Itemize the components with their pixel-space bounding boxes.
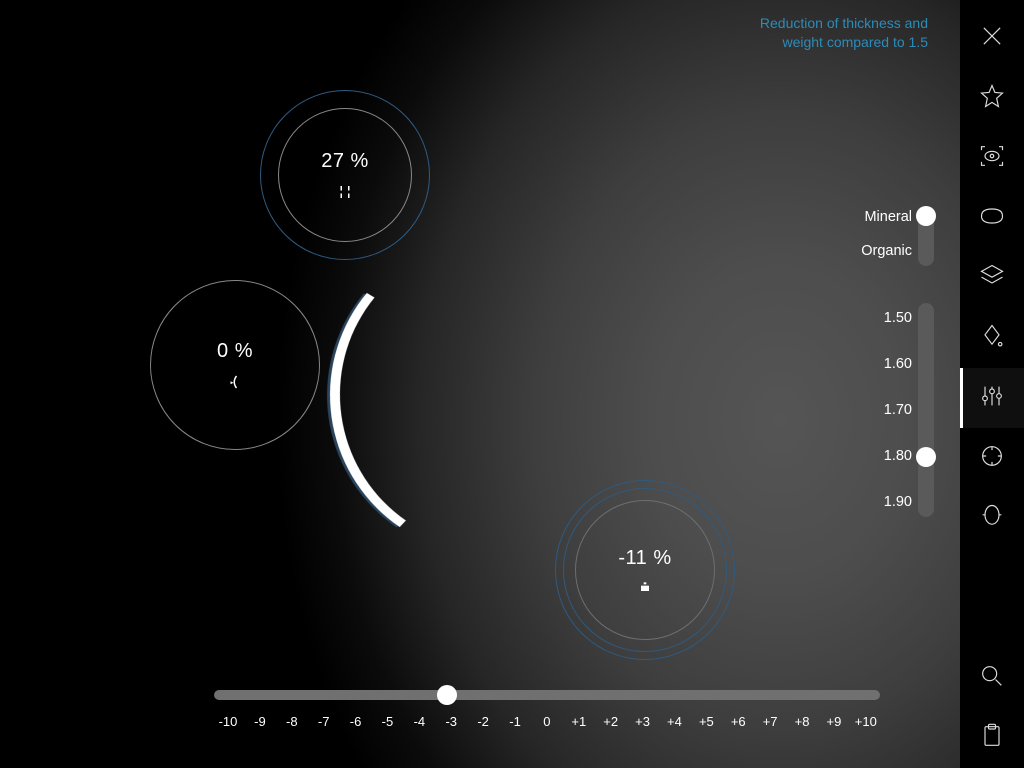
index-slider[interactable]: 1.501.601.701.801.90 bbox=[784, 295, 934, 525]
index-option-160[interactable]: 1.60 bbox=[784, 341, 934, 387]
index-option-150[interactable]: 1.50 bbox=[784, 295, 934, 341]
star-tool[interactable] bbox=[960, 68, 1024, 128]
layers-icon bbox=[978, 262, 1006, 295]
index-option-180[interactable]: 1.80 bbox=[784, 433, 934, 479]
metric-thickness-ring[interactable]: 27 % bbox=[260, 90, 430, 260]
material-track[interactable] bbox=[918, 206, 934, 266]
close-icon bbox=[978, 22, 1006, 55]
index-option-190[interactable]: 1.90 bbox=[784, 479, 934, 525]
tool-sidebar bbox=[960, 0, 1024, 768]
lens-shape-icon bbox=[978, 202, 1006, 235]
index-option-170[interactable]: 1.70 bbox=[784, 387, 934, 433]
sliders-icon bbox=[978, 382, 1006, 415]
header-line2: weight compared to 1.5 bbox=[0, 33, 928, 52]
lens-shape-tool[interactable] bbox=[960, 188, 1024, 248]
material-option-organic[interactable]: Organic bbox=[861, 243, 912, 259]
diopter-slider[interactable]: -10-9-8-7-6-5-4-3-2-10+1+2+3+4+5+6+7+8+9… bbox=[214, 690, 880, 750]
layers-tool[interactable] bbox=[960, 248, 1024, 308]
eye-scan-icon bbox=[978, 142, 1006, 175]
target-tool[interactable] bbox=[960, 428, 1024, 488]
material-toggle[interactable]: Mineral Organic bbox=[784, 200, 934, 268]
diopter-knob[interactable] bbox=[437, 685, 457, 705]
material-knob[interactable] bbox=[916, 206, 936, 226]
header-note: Reduction of thickness and weight compar… bbox=[0, 14, 940, 52]
search-tool[interactable] bbox=[960, 648, 1024, 708]
material-option-mineral[interactable]: Mineral bbox=[864, 209, 912, 225]
sliders-tool[interactable] bbox=[960, 368, 1024, 428]
metric-weight-ring[interactable]: -11 % bbox=[555, 480, 735, 660]
header-line1: Reduction of thickness and bbox=[760, 15, 928, 31]
eye-scan-tool[interactable] bbox=[960, 128, 1024, 188]
index-track[interactable] bbox=[918, 303, 934, 517]
clipboard-tool[interactable] bbox=[960, 708, 1024, 768]
drop-tool[interactable] bbox=[960, 308, 1024, 368]
drop-icon bbox=[978, 322, 1006, 355]
head-icon bbox=[978, 502, 1006, 535]
metric-curvature-ring[interactable]: 0 % bbox=[150, 280, 320, 450]
close-tool[interactable] bbox=[960, 8, 1024, 68]
head-tool[interactable] bbox=[960, 488, 1024, 548]
clipboard-icon bbox=[978, 722, 1006, 755]
star-icon bbox=[978, 82, 1006, 115]
diopter-tick-labels: -10-9-8-7-6-5-4-3-2-10+1+2+3+4+5+6+7+8+9… bbox=[214, 714, 880, 729]
search-icon bbox=[978, 662, 1006, 695]
target-icon bbox=[978, 442, 1006, 475]
diopter-track[interactable] bbox=[214, 690, 880, 700]
index-knob[interactable] bbox=[916, 447, 936, 467]
